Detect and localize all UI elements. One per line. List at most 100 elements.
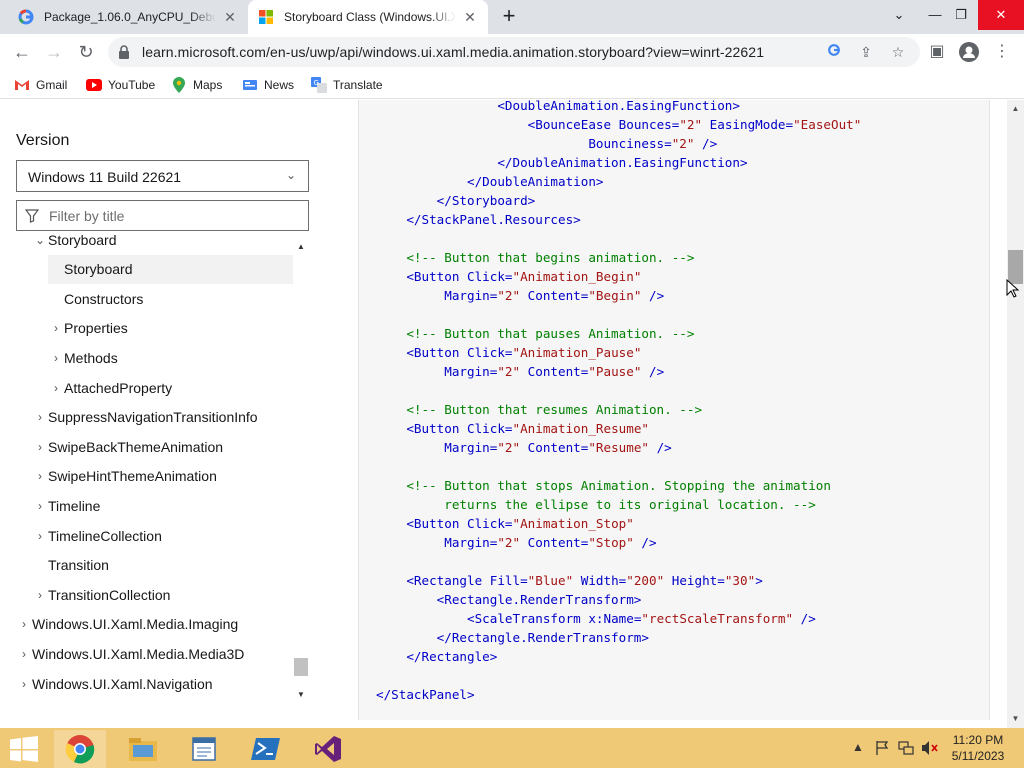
scroll-up-arrow-icon[interactable]: ▲ [296,242,306,251]
toc-scroll-thumb[interactable] [294,658,308,676]
code-line: </StackPanel> [376,685,861,704]
google-lens-icon[interactable] [823,41,845,63]
bookmark-star-icon[interactable]: ☆ [887,41,909,63]
bookmark-maps[interactable]: Maps [171,76,222,94]
code-token: "200" [626,573,665,588]
toc-item[interactable]: › SwipeBackThemeAnimation [0,432,293,461]
code-line: ​ [376,229,861,248]
toc-item[interactable]: › TimelineCollection [0,521,293,550]
close-tab-icon[interactable]: ✕ [222,9,238,25]
toc-item[interactable]: Transition [0,551,293,580]
bookmark-youtube[interactable]: YouTube [86,76,155,94]
toc-item[interactable]: › AttachedProperty [0,373,293,402]
chevron-right-icon[interactable]: › [50,321,62,335]
taskbar-file-explorer[interactable] [117,730,169,768]
code-line: <!-- Button that pauses Animation. --> [376,324,861,343]
toc-item[interactable]: ⌄ Storyboard [0,235,293,254]
close-window-icon[interactable]: ✕ [978,0,1024,30]
code-token: <Rectangle [406,573,490,588]
toc-item[interactable]: › SuppressNavigationTransitionInfo [0,403,293,432]
gmail-icon [14,77,30,93]
chevron-down-icon[interactable]: ⌄ [884,0,914,30]
toc-item-label: TimelineCollection [48,527,162,544]
toc-item[interactable]: › Timeline [0,491,293,520]
menu-kebab-icon[interactable]: ⋮ [990,40,1014,64]
forward-icon[interactable]: → [40,38,68,66]
code-token: /> [633,535,657,550]
toc-item[interactable]: › Properties [0,314,293,343]
code-token: "2" [497,288,521,303]
windows-start-icon[interactable] [10,736,38,762]
toc-item[interactable]: › Windows.UI.Xaml.Navigation [0,669,293,698]
bookmark-news[interactable]: News [242,76,294,94]
code-token: <!-- Button that begins animation. --> [406,250,695,265]
code-token: /> [793,611,816,626]
chevron-right-icon[interactable]: › [34,440,46,454]
tab-package[interactable]: Package_1.06.0_AnyCPU_Debug.a ✕ [8,0,248,34]
chevron-right-icon[interactable]: › [34,529,46,543]
toc-item[interactable]: › SwipeHintThemeAnimation [0,462,293,491]
chevron-right-icon[interactable]: › [50,351,62,365]
code-line: Bounciness="2" /> [376,134,861,153]
version-select[interactable]: Windows 11 Build 22621 ⌄ [16,160,309,192]
close-tab-icon[interactable]: ✕ [462,9,478,25]
scroll-down-arrow-icon[interactable]: ▼ [1007,714,1024,723]
code-token: Margin= [444,440,498,455]
chevron-right-icon[interactable]: › [34,499,46,513]
chevron-right-icon[interactable]: › [18,647,30,661]
scroll-up-arrow-icon[interactable]: ▲ [1007,104,1024,113]
toc-scrollbar[interactable]: ▲ ▼ [294,240,308,702]
taskbar-powershell[interactable] [240,730,292,768]
network-icon[interactable] [898,740,914,756]
bookmarks-bar: Gmail YouTube Maps News G Translate [0,71,1024,99]
chevron-right-icon[interactable]: › [34,469,46,483]
new-tab-icon[interactable]: + [497,5,521,28]
reload-icon[interactable]: ↻ [72,38,100,66]
chevron-right-icon[interactable]: › [50,381,62,395]
bookmark-translate[interactable]: G Translate [311,76,383,94]
browser-toolbar: ← → ↻ learn.microsoft.com/en-us/uwp/api/… [0,34,1024,71]
code-token: Click= [467,269,513,284]
tab-storyboard[interactable]: Storyboard Class (Windows.UI.Xa ✕ [248,0,488,34]
code-line: returns the ellipse to its original loca… [376,495,861,514]
chevron-right-icon[interactable]: › [34,588,46,602]
bookmark-label: Gmail [36,78,68,92]
taskbar-visual-studio[interactable] [302,730,354,768]
bookmark-label: Translate [333,78,383,92]
code-block: <DoubleAnimation.EasingFunction> <Bounce… [358,100,990,720]
side-panel-icon[interactable]: ▣ [925,40,949,64]
toc-item[interactable]: › TransitionCollection [0,580,293,609]
action-center-flag-icon[interactable] [874,740,890,756]
restore-icon[interactable]: ❐ [946,0,976,30]
taskbar-chrome[interactable] [54,730,106,768]
show-hidden-icons-icon[interactable]: ▲ [852,740,864,754]
toc-item[interactable]: › Windows.UI.Xaml.Media.Imaging [0,610,293,639]
code-token: Content= [520,535,589,550]
code-token: <Button [406,345,468,360]
code-line: Margin="2" Content="Stop" /> [376,533,861,552]
taskbar-notepad[interactable] [178,730,230,768]
address-bar[interactable]: learn.microsoft.com/en-us/uwp/api/window… [108,37,920,67]
profile-avatar-icon[interactable] [957,40,981,64]
bookmark-gmail[interactable]: Gmail [14,76,67,94]
code-token: </DoubleAnimation.EasingFunction> [497,155,748,170]
filter-input[interactable]: Filter by title [16,200,309,231]
toc-item[interactable]: › Windows.UI.Xaml.Media.Media3D [0,639,293,668]
chevron-down-icon: ⌄ [285,168,296,182]
share-icon[interactable]: ⇪ [855,41,877,63]
toc-item[interactable]: Constructors [0,284,293,313]
chevron-right-icon[interactable]: › [18,617,30,631]
back-icon[interactable]: ← [8,38,36,66]
volume-muted-icon[interactable] [921,740,939,756]
scroll-down-arrow-icon[interactable]: ▼ [296,690,306,699]
chevron-right-icon[interactable]: › [18,677,30,691]
chevron-down-icon[interactable]: ⌄ [34,235,46,247]
code-token: Bounciness= [588,136,672,151]
system-clock[interactable]: 11:20 PM 5/11/2023 [940,732,1016,764]
chevron-right-icon[interactable]: › [34,410,46,424]
toc-item[interactable]: › Methods [0,343,293,372]
page-scrollbar[interactable]: ▲ ▼ [1007,100,1024,728]
filter-placeholder: Filter by title [49,208,125,224]
code-token: "Animation_Begin" [512,269,642,284]
toc-item[interactable]: Storyboard [48,254,293,284]
